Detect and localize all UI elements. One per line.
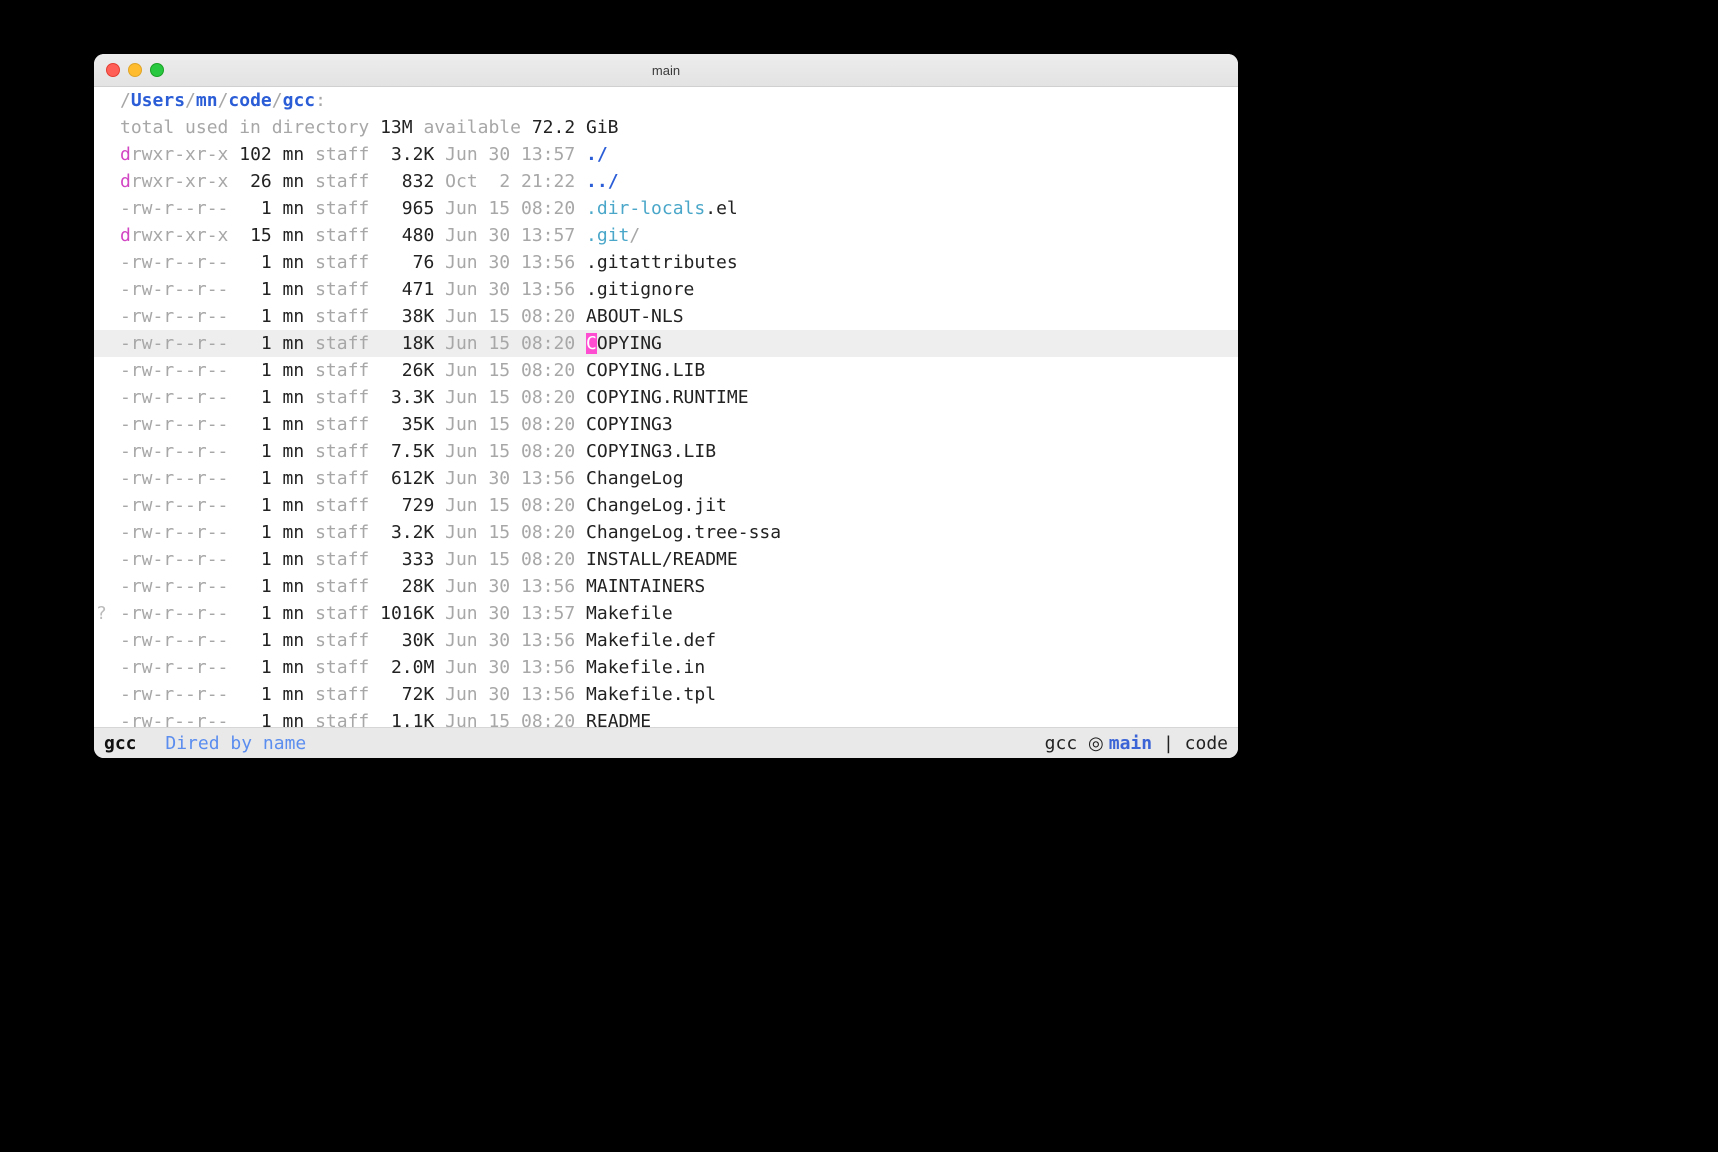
dired-buffer[interactable]: /Users/mn/code/gcc:total used in directo… [94,87,1238,727]
dired-path: /Users/mn/code/gcc: [94,87,1238,114]
dired-entry[interactable]: -rw-r--r-- 1 mn staff 35K Jun 15 08:20 C… [94,411,1238,438]
modeline-separator-icon: ◎ [1088,733,1109,753]
window-title: main [94,63,1238,78]
zoom-icon[interactable] [150,63,164,77]
dired-entry[interactable]: -rw-r--r-- 1 mn staff 30K Jun 30 13:56 M… [94,627,1238,654]
dired-entry[interactable]: -rw-r--r-- 1 mn staff 18K Jun 15 08:20 C… [94,330,1238,357]
dired-entry[interactable]: -rw-r--r-- 1 mn staff 3.2K Jun 15 08:20 … [94,519,1238,546]
dired-entry[interactable]: -rw-r--r-- 1 mn staff 333 Jun 15 08:20 I… [94,546,1238,573]
dired-entry[interactable]: -rw-r--r-- 1 mn staff 72K Jun 30 13:56 M… [94,681,1238,708]
window-controls [94,63,164,77]
title-bar: main [94,54,1238,87]
dired-entry[interactable]: -rw-r--r-- 1 mn staff 2.0M Jun 30 13:56 … [94,654,1238,681]
minimize-icon[interactable] [128,63,142,77]
dired-entry[interactable]: -rw-r--r-- 1 mn staff 471 Jun 30 13:56 .… [94,276,1238,303]
dired-entry[interactable]: -rw-r--r-- 1 mn staff 3.3K Jun 15 08:20 … [94,384,1238,411]
dired-summary: total used in directory 13M available 72… [94,114,1238,141]
modeline-major-mode: Dired by name [165,733,306,754]
modeline-vc-separator: | [1163,733,1174,754]
editor-window: main /Users/mn/code/gcc:total used in di… [94,54,1238,758]
modeline-project: gcc [1045,733,1078,754]
dired-entry[interactable]: -rw-r--r-- 1 mn staff 965 Jun 15 08:20 .… [94,195,1238,222]
dired-entry[interactable]: -rw-r--r-- 1 mn staff 729 Jun 15 08:20 C… [94,492,1238,519]
dired-entry[interactable]: -rw-r--r-- 1 mn staff 38K Jun 15 08:20 A… [94,303,1238,330]
dired-entry[interactable]: -rw-r--r-- 1 mn staff 76 Jun 30 13:56 .g… [94,249,1238,276]
dired-entry[interactable]: drwxr-xr-x 102 mn staff 3.2K Jun 30 13:5… [94,141,1238,168]
dired-entry[interactable]: -rw-r--r-- 1 mn staff 26K Jun 15 08:20 C… [94,357,1238,384]
dired-entry[interactable]: -rw-r--r-- 1 mn staff 1016K Jun 30 13:57… [94,600,1238,627]
modeline-branch: main [1109,733,1152,754]
dired-entry[interactable]: -rw-r--r-- 1 mn staff 28K Jun 30 13:56 M… [94,573,1238,600]
modeline-buffer-name: gcc [104,733,137,754]
dired-entry[interactable]: -rw-r--r-- 1 mn staff 7.5K Jun 15 08:20 … [94,438,1238,465]
text-cursor: C [586,333,597,354]
mode-line: gcc Dired by name gcc ◎ main | code [94,727,1238,758]
close-icon[interactable] [106,63,120,77]
modeline-vc-mode: code [1185,733,1228,754]
dired-entry[interactable]: -rw-r--r-- 1 mn staff 612K Jun 30 13:56 … [94,465,1238,492]
dired-entry[interactable]: drwxr-xr-x 26 mn staff 832 Oct 2 21:22 .… [94,168,1238,195]
fringe-question-icon: ? [96,600,107,627]
dired-entry[interactable]: -rw-r--r-- 1 mn staff 1.1K Jun 15 08:20 … [94,708,1238,727]
dired-entry[interactable]: drwxr-xr-x 15 mn staff 480 Jun 30 13:57 … [94,222,1238,249]
